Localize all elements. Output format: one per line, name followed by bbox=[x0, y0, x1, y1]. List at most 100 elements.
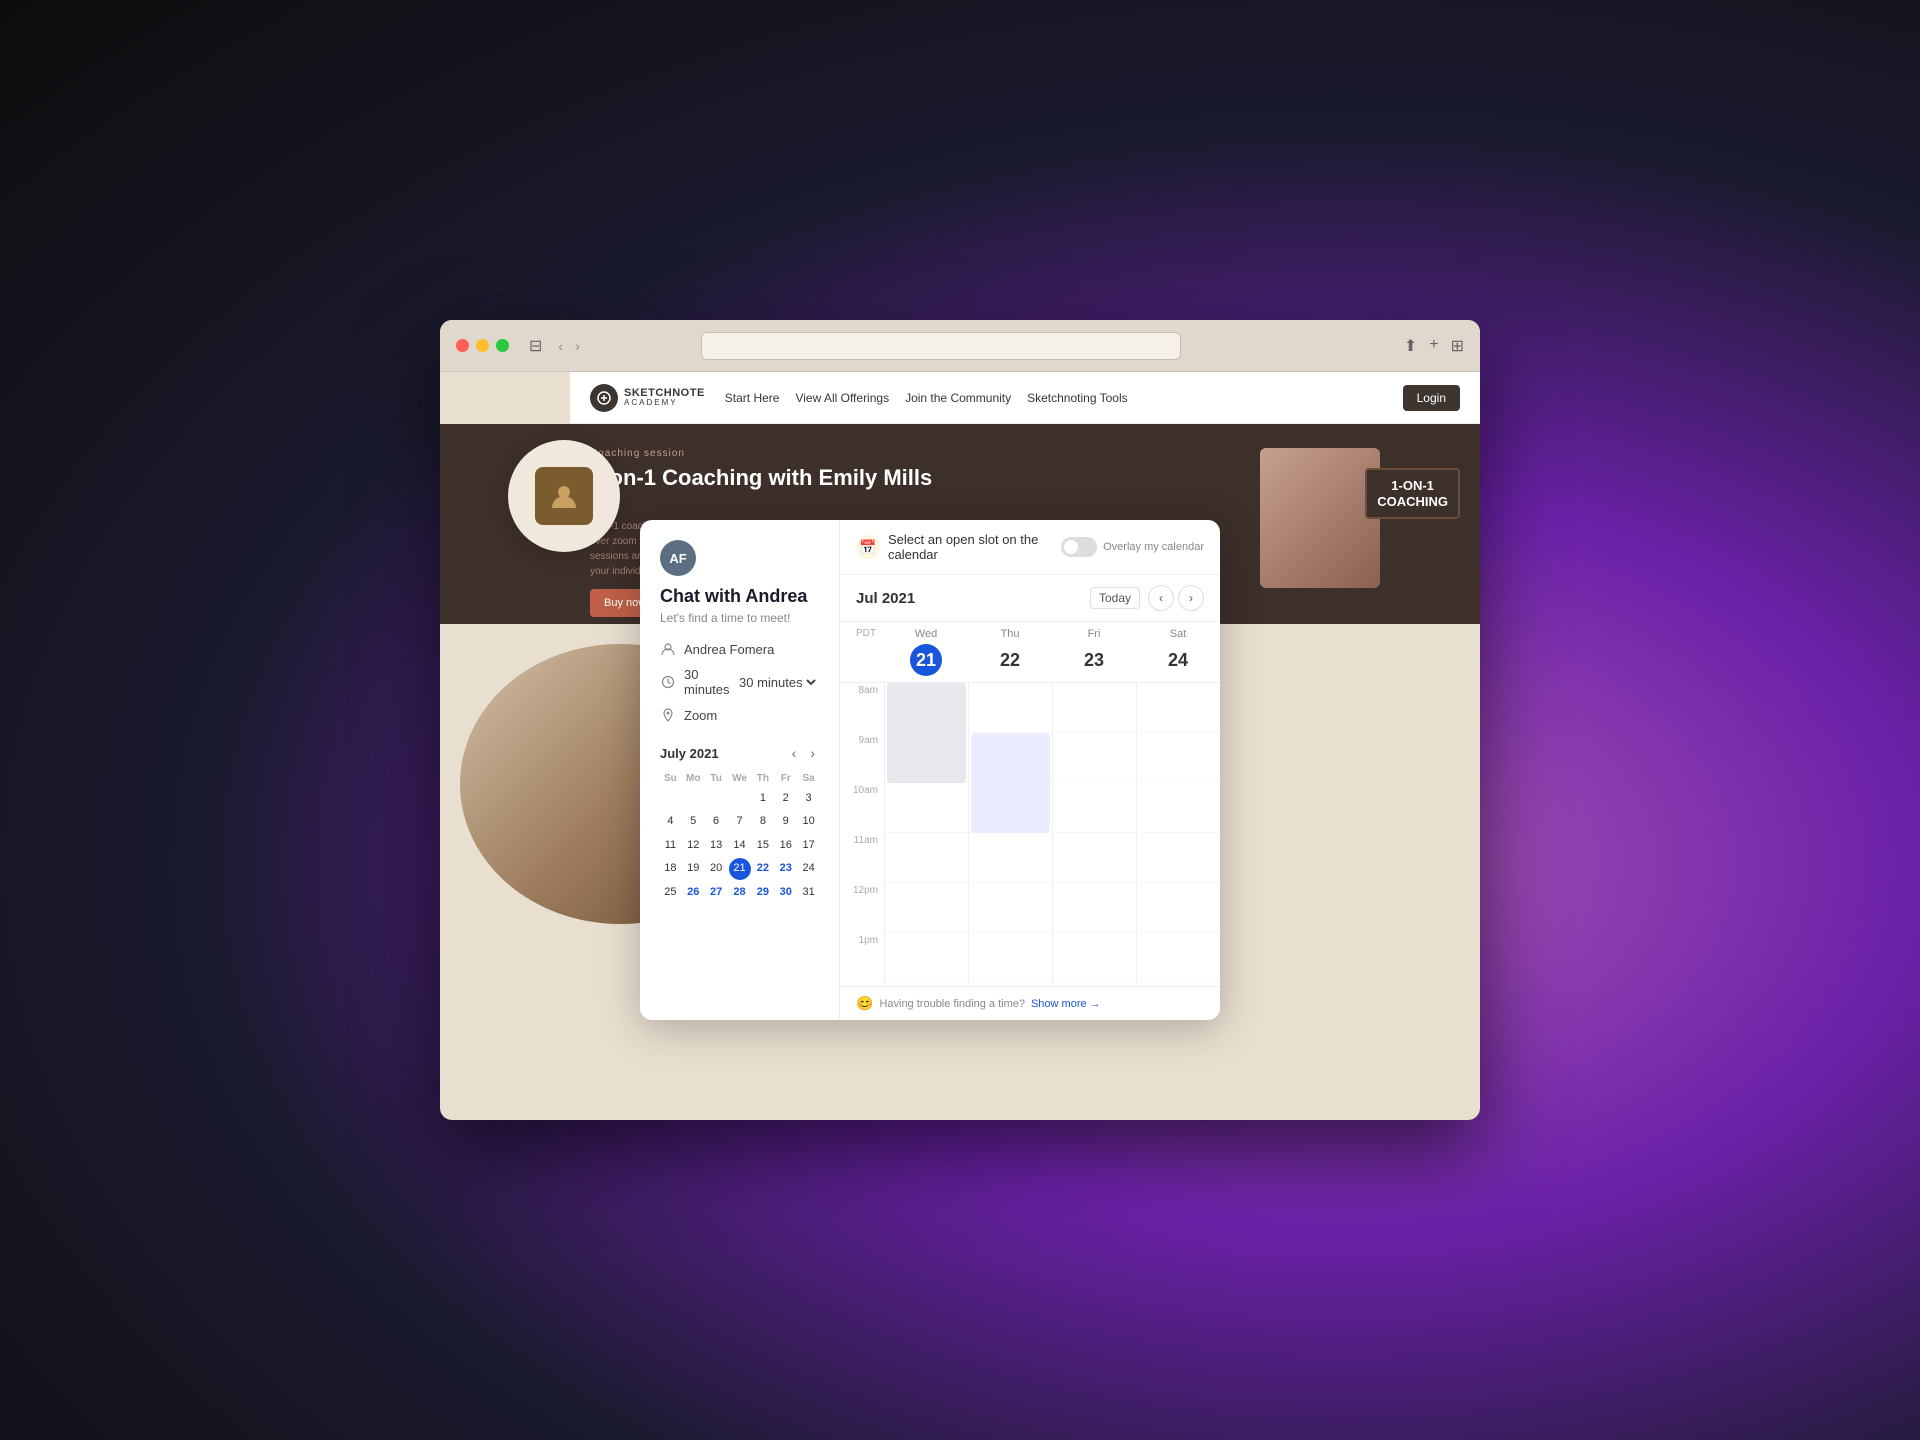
mini-cal-day[interactable]: 20 bbox=[706, 858, 727, 880]
overlay-toggle-switch[interactable] bbox=[1061, 537, 1097, 557]
grid-icon[interactable]: ⊞ bbox=[1451, 336, 1464, 356]
time-label: 9am bbox=[840, 733, 884, 783]
clock-icon bbox=[660, 674, 676, 690]
mini-cal-day[interactable]: 24 bbox=[798, 858, 819, 880]
day-slot[interactable] bbox=[1053, 833, 1136, 883]
mini-cal-day[interactable]: 28 bbox=[729, 882, 751, 903]
duration-select[interactable]: 30 minutes 30 minutes 60 minutes bbox=[684, 667, 819, 697]
day-slot[interactable] bbox=[1137, 983, 1220, 986]
day-slot[interactable] bbox=[1137, 883, 1220, 933]
mini-cal-day[interactable]: 25 bbox=[660, 882, 681, 903]
close-button[interactable] bbox=[456, 339, 469, 352]
mini-cal-day[interactable]: 12 bbox=[683, 835, 704, 856]
mini-cal-day[interactable]: 2 bbox=[775, 788, 796, 809]
day-slot[interactable] bbox=[1137, 933, 1220, 983]
day-slot[interactable] bbox=[1053, 683, 1136, 733]
mini-cal-day bbox=[683, 788, 704, 809]
day-slot[interactable] bbox=[885, 933, 968, 983]
mini-cal-day[interactable]: 30 bbox=[775, 882, 796, 903]
week-header: PDT Wed 21 Thu 22 Fri 23 bbox=[840, 622, 1220, 683]
mini-cal-day[interactable]: 16 bbox=[775, 835, 796, 856]
day-slot[interactable] bbox=[1053, 733, 1136, 783]
nav-view-offerings[interactable]: View All Offerings bbox=[795, 391, 889, 405]
mini-cal-day[interactable]: 15 bbox=[753, 835, 774, 856]
day-slot[interactable] bbox=[1053, 983, 1136, 986]
forward-button[interactable]: › bbox=[571, 336, 584, 356]
maximize-button[interactable] bbox=[496, 339, 509, 352]
mini-cal-day[interactable]: 1 bbox=[753, 788, 774, 809]
address-bar[interactable] bbox=[701, 332, 1181, 360]
minimize-button[interactable] bbox=[476, 339, 489, 352]
show-more-link[interactable]: Show more → bbox=[1031, 998, 1101, 1010]
mini-cal-day[interactable]: 11 bbox=[660, 835, 681, 856]
day-col-sat bbox=[1136, 683, 1220, 986]
mini-cal-day[interactable]: 5 bbox=[683, 811, 704, 832]
mini-cal-day[interactable]: 17 bbox=[798, 835, 819, 856]
mini-cal-day[interactable]: 9 bbox=[775, 811, 796, 832]
day-slot[interactable] bbox=[969, 883, 1052, 933]
mini-cal-day[interactable]: 18 bbox=[660, 858, 681, 880]
mini-cal-day[interactable]: 29 bbox=[753, 882, 774, 903]
new-tab-icon[interactable]: + bbox=[1429, 336, 1438, 356]
location-text: Zoom bbox=[684, 708, 717, 723]
mini-cal-day[interactable]: 3 bbox=[798, 788, 819, 809]
mini-cal-day[interactable]: 6 bbox=[706, 811, 727, 832]
day-slot[interactable] bbox=[885, 883, 968, 933]
time-label: 8am bbox=[840, 683, 884, 733]
overlay-toggle: Overlay my calendar bbox=[1061, 537, 1204, 557]
weekly-calendar: PDT Wed 21 Thu 22 Fri 23 bbox=[840, 622, 1220, 1020]
day-slot[interactable] bbox=[969, 983, 1052, 986]
day-slot[interactable] bbox=[1137, 833, 1220, 883]
day-slot[interactable] bbox=[969, 683, 1052, 733]
mini-cal-next[interactable]: › bbox=[806, 743, 819, 763]
day-slot[interactable] bbox=[1137, 783, 1220, 833]
duration-dropdown[interactable]: 30 minutes 60 minutes bbox=[735, 674, 819, 691]
day-slot[interactable] bbox=[1053, 883, 1136, 933]
duration-row: 30 minutes 30 minutes 60 minutes bbox=[660, 667, 819, 697]
mini-cal-day[interactable]: 22 bbox=[753, 858, 774, 880]
day-slot[interactable] bbox=[969, 833, 1052, 883]
login-button[interactable]: Login bbox=[1403, 385, 1460, 411]
today-button[interactable]: Today bbox=[1090, 587, 1140, 609]
hint-text: Having trouble finding a time? bbox=[879, 998, 1025, 1010]
mini-cal-day[interactable]: 21 bbox=[729, 858, 751, 880]
nav-arrows: ‹ › bbox=[554, 336, 583, 356]
share-icon[interactable]: ⬆ bbox=[1404, 336, 1417, 356]
mini-cal-day[interactable]: 4 bbox=[660, 811, 681, 832]
day-slot[interactable] bbox=[885, 783, 968, 833]
url-input[interactable] bbox=[702, 338, 1180, 353]
week-prev-button[interactable]: ‹ bbox=[1148, 585, 1174, 611]
day-slot[interactable] bbox=[885, 983, 968, 986]
mini-cal-day[interactable]: 13 bbox=[706, 835, 727, 856]
day-slot[interactable] bbox=[885, 833, 968, 883]
sidebar-icon[interactable]: ⊟ bbox=[529, 336, 542, 356]
mini-cal-day[interactable]: 14 bbox=[729, 835, 751, 856]
mini-cal-prev[interactable]: ‹ bbox=[788, 743, 801, 763]
day-slot[interactable] bbox=[1053, 783, 1136, 833]
nav-tools[interactable]: Sketchnoting Tools bbox=[1027, 391, 1128, 405]
cal-month-title: Jul 2021 bbox=[856, 590, 1090, 607]
hero-photo bbox=[1260, 448, 1380, 588]
mini-cal-day[interactable]: 19 bbox=[683, 858, 704, 880]
nav-start-here[interactable]: Start Here bbox=[725, 391, 780, 405]
day-slot[interactable] bbox=[969, 933, 1052, 983]
availability-block[interactable] bbox=[971, 733, 1050, 833]
mini-cal-day[interactable]: 8 bbox=[753, 811, 774, 832]
mini-cal-day[interactable]: 10 bbox=[798, 811, 819, 832]
calendly-overlay: AF Chat with Andrea Let's find a time to… bbox=[640, 520, 1220, 1020]
mini-cal-day bbox=[706, 788, 727, 809]
mini-cal-day-header: Mo bbox=[683, 771, 704, 786]
mini-cal-day[interactable]: 7 bbox=[729, 811, 751, 832]
day-slot[interactable] bbox=[1137, 733, 1220, 783]
mini-cal-day[interactable]: 31 bbox=[798, 882, 819, 903]
week-next-button[interactable]: › bbox=[1178, 585, 1204, 611]
back-button[interactable]: ‹ bbox=[554, 336, 567, 356]
mini-cal-day-header: We bbox=[729, 771, 751, 786]
nav-community[interactable]: Join the Community bbox=[905, 391, 1011, 405]
day-slot[interactable] bbox=[1053, 933, 1136, 983]
mini-cal-day[interactable]: 23 bbox=[775, 858, 796, 880]
mini-cal-day[interactable]: 27 bbox=[706, 882, 727, 903]
mini-cal-day[interactable]: 26 bbox=[683, 882, 704, 903]
availability-block[interactable] bbox=[887, 683, 966, 783]
day-slot[interactable] bbox=[1137, 683, 1220, 733]
